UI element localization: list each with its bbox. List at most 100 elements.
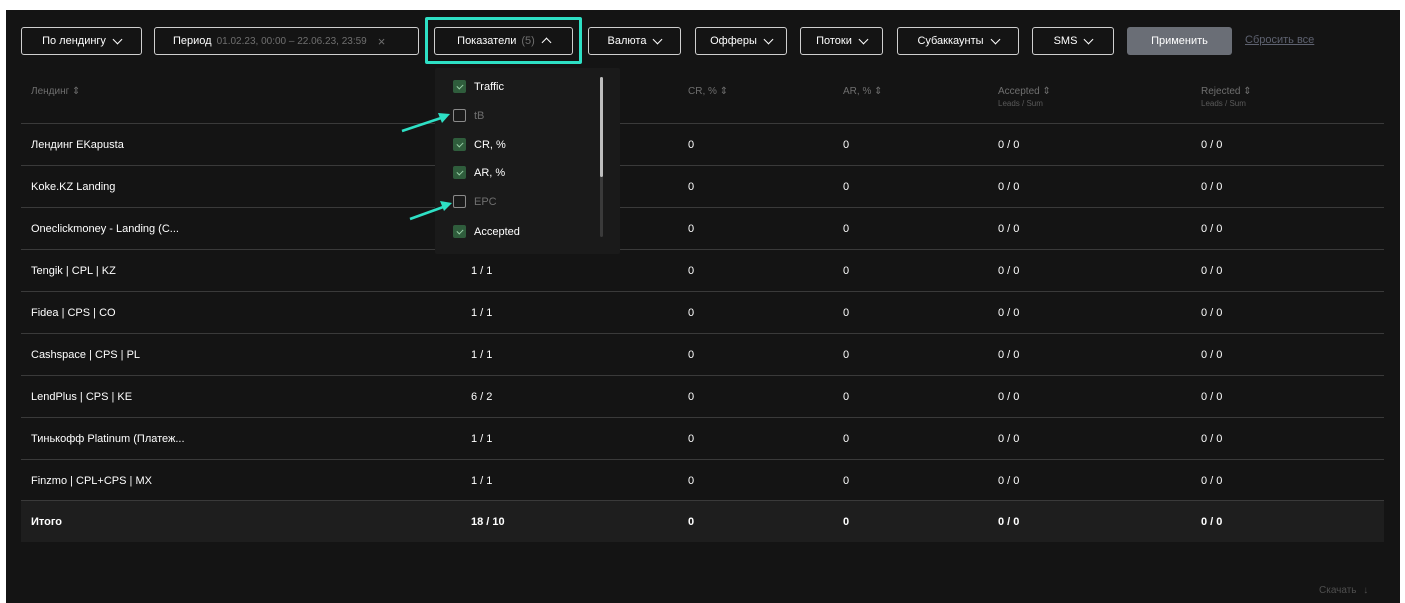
cell-traffic: 1 / 1	[471, 307, 493, 319]
download-link[interactable]: Скачать ↓	[1319, 585, 1368, 596]
period-filter-button[interactable]: Период 01.02.23, 00:00 – 22.06.23, 23:59…	[154, 27, 419, 55]
cell-cr: 0	[688, 181, 695, 193]
cell-landing: Cashspace | CPS | PL	[31, 349, 141, 361]
checkbox-unchecked[interactable]	[453, 109, 466, 122]
sort-icon: ⇕	[874, 86, 883, 97]
cell-rejected: 0 / 0	[1201, 223, 1223, 235]
cell-traffic: 6 / 2	[471, 391, 493, 403]
metrics-filter-button[interactable]: Показатели (5)	[434, 27, 573, 55]
table-row: Tengik | CPL | KZ 1 / 1 0 0 0 / 0 0 / 0	[21, 249, 1384, 291]
metrics-dropdown: Traffic tB CR, % AR, % EPC Accepted	[435, 68, 620, 254]
landing-filter-label: По лендингу	[42, 35, 106, 47]
dropdown-scrollbar[interactable]	[600, 77, 603, 237]
checkbox-checked[interactable]	[453, 225, 466, 238]
cell-landing: Тинькофф Platinum (Платеж...	[31, 433, 185, 445]
cell-cr: 0	[688, 349, 695, 361]
period-value: 01.02.23, 00:00 – 22.06.23, 23:59	[216, 35, 367, 47]
cell-accepted: 0 / 0	[998, 433, 1020, 445]
cell-rejected: 0 / 0	[1201, 516, 1223, 528]
apply-button[interactable]: Применить	[1127, 27, 1232, 55]
column-header-cr[interactable]: CR, % ⇕	[688, 86, 728, 97]
cell-rejected: 0 / 0	[1201, 265, 1223, 277]
sms-label: SMS	[1053, 35, 1078, 47]
checkbox-unchecked[interactable]	[453, 195, 466, 208]
metric-option-label: Traffic	[474, 80, 504, 93]
sort-icon: ⇕	[1042, 86, 1051, 97]
sort-icon: ⇕	[719, 86, 729, 97]
cell-rejected: 0 / 0	[1201, 139, 1223, 151]
cell-landing: LendPlus | CPS | KE	[31, 391, 133, 403]
annotation-arrow-icon	[401, 113, 450, 133]
metric-option-accepted[interactable]: Accepted	[453, 225, 520, 238]
sort-icon: ⇕	[72, 86, 81, 97]
chevron-down-icon	[990, 34, 1001, 44]
sms-filter-button[interactable]: SMS	[1032, 27, 1114, 55]
metric-option-ar[interactable]: AR, %	[453, 166, 505, 179]
metric-option-traffic[interactable]: Traffic	[453, 80, 504, 93]
chevron-down-icon	[763, 34, 774, 44]
column-header-landing[interactable]: Лендинг ⇕	[31, 86, 80, 97]
cell-cr: 0	[688, 475, 695, 487]
dropdown-scroll-thumb[interactable]	[600, 77, 603, 177]
cell-landing: Oneclickmoney - Landing (C...	[31, 223, 179, 235]
cell-landing: Fidea | CPS | CO	[31, 307, 116, 319]
cell-accepted: 0 / 0	[998, 307, 1020, 319]
chevron-down-icon	[858, 34, 869, 44]
cell-ar: 0	[843, 391, 850, 403]
cell-landing: Итого	[31, 516, 63, 528]
column-header-ar[interactable]: AR, % ⇕	[843, 86, 883, 97]
table-row: Finzmo | CPL+CPS | MX 1 / 1 0 0 0 / 0 0 …	[21, 459, 1384, 501]
cell-rejected: 0 / 0	[1201, 475, 1223, 487]
cell-cr: 0	[688, 433, 695, 445]
cell-accepted: 0 / 0	[998, 265, 1020, 277]
offers-filter-button[interactable]: Офферы	[695, 27, 787, 55]
table-row: Koke.KZ Landing 0 0 0 / 0 0 / 0	[21, 165, 1384, 207]
cell-traffic: 18 / 10	[471, 516, 505, 528]
cell-accepted: 0 / 0	[998, 139, 1020, 151]
landing-filter-button[interactable]: По лендингу	[21, 27, 142, 55]
metric-option-label: tB	[474, 109, 485, 122]
checkbox-checked[interactable]	[453, 80, 466, 93]
column-header-rejected[interactable]: Rejected ⇕ Leads / Sum	[1201, 86, 1252, 108]
cell-rejected: 0 / 0	[1201, 433, 1223, 445]
metrics-count: (5)	[521, 35, 535, 47]
check-icon	[455, 167, 464, 176]
table-row: LendPlus | CPS | KE 6 / 2 0 0 0 / 0 0 / …	[21, 375, 1384, 417]
cell-cr: 0	[688, 391, 695, 403]
cell-ar: 0	[843, 181, 850, 193]
cell-traffic: 1 / 1	[471, 475, 493, 487]
table-row: Cashspace | CPS | PL 1 / 1 0 0 0 / 0 0 /…	[21, 333, 1384, 375]
cell-cr: 0	[688, 307, 695, 319]
cell-accepted: 0 / 0	[998, 516, 1020, 528]
metric-option-tb[interactable]: tB	[453, 109, 484, 122]
sort-icon: ⇕	[1243, 86, 1252, 97]
checkbox-checked[interactable]	[453, 138, 466, 151]
reset-all-link[interactable]: Сбросить все	[1245, 34, 1314, 46]
cell-accepted: 0 / 0	[998, 475, 1020, 487]
cell-cr: 0	[688, 223, 695, 235]
cell-ar: 0	[843, 223, 850, 235]
cell-cr: 0	[688, 516, 695, 528]
cell-cr: 0	[688, 139, 695, 151]
currency-filter-button[interactable]: Валюта	[588, 27, 681, 55]
cell-rejected: 0 / 0	[1201, 307, 1223, 319]
close-icon[interactable]: ×	[378, 34, 386, 49]
checkbox-checked[interactable]	[453, 166, 466, 179]
cell-ar: 0	[843, 139, 850, 151]
streams-filter-button[interactable]: Потоки	[800, 27, 883, 55]
metrics-label: Показатели	[457, 35, 517, 47]
check-icon	[455, 139, 464, 148]
metric-option-label: AR, %	[474, 166, 506, 179]
subaccounts-label: Субаккаунты	[917, 35, 984, 47]
subaccounts-filter-button[interactable]: Субаккаунты	[897, 27, 1019, 55]
column-subheader-rejected: Leads / Sum	[1201, 99, 1246, 108]
check-icon	[455, 226, 464, 235]
table-row: Тинькофф Platinum (Платеж... 1 / 1 0 0 0…	[21, 417, 1384, 459]
cell-rejected: 0 / 0	[1201, 391, 1223, 403]
column-header-accepted[interactable]: Accepted ⇕ Leads / Sum	[998, 86, 1051, 108]
cell-landing: Лендинг EKapusta	[31, 139, 124, 151]
metric-option-epc[interactable]: EPC	[453, 195, 497, 208]
chevron-up-icon	[541, 37, 552, 48]
metric-option-cr[interactable]: CR, %	[453, 138, 506, 151]
table-row: Лендинг EKapusta 0 0 0 / 0 0 / 0	[21, 123, 1384, 165]
